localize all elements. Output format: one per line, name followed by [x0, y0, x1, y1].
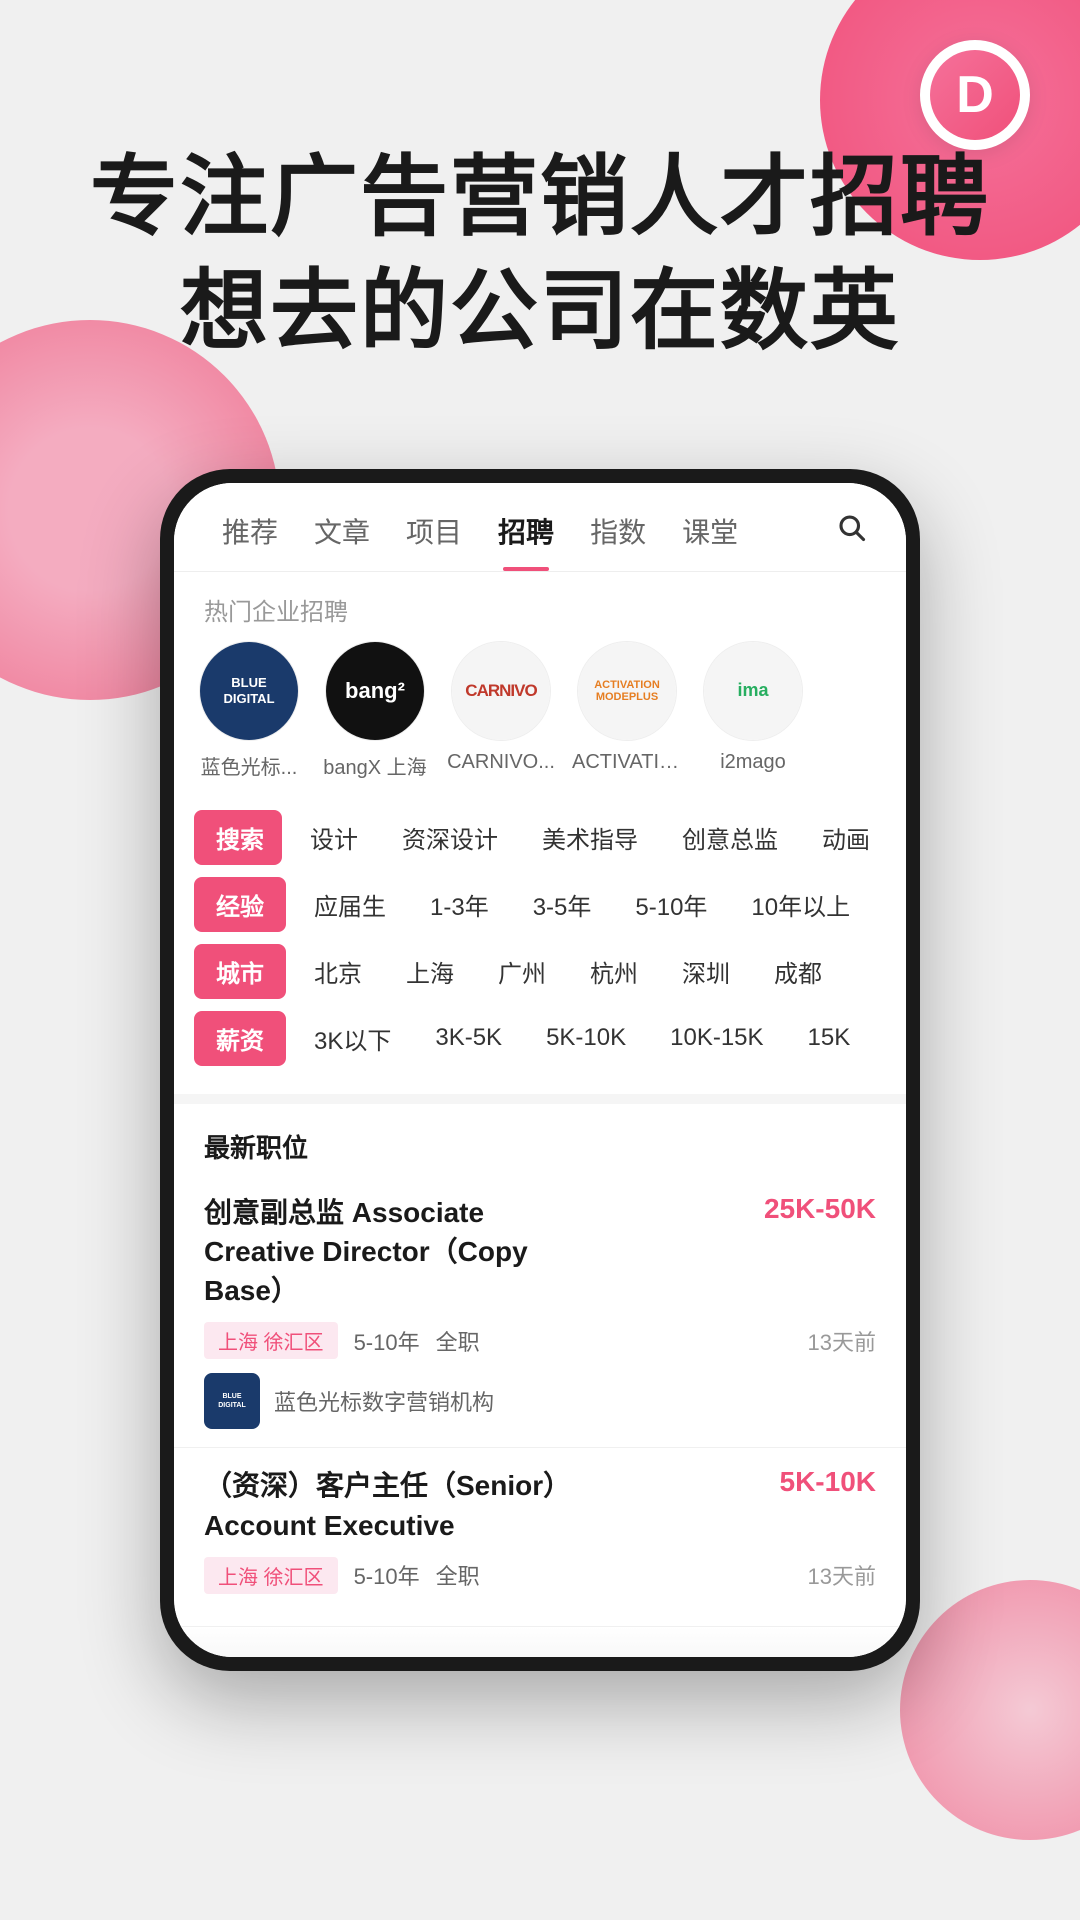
job-title-2: （资深）客户主任（Senior）Account Executive	[204, 1466, 584, 1544]
tab-article[interactable]: 文章	[296, 511, 388, 571]
job-location-tag-2: 上海 徐汇区	[204, 1557, 338, 1594]
company-name-carnivo: CARNIVO...	[447, 751, 555, 774]
logo-letter: D	[956, 65, 994, 125]
job-title-row-1: 创意副总监 Associate Creative Director（Copy B…	[204, 1193, 876, 1311]
filter-label-city[interactable]: 城市	[194, 944, 286, 999]
filter-option-hangzhou[interactable]: 杭州	[574, 944, 654, 999]
company-item-blue-digital[interactable]: BLUE DIGITAL 蓝色光标...	[194, 641, 304, 780]
filter-option-5k-10k[interactable]: 5K-10K	[530, 1014, 642, 1062]
company-name-blue-digital: 蓝色光标...	[201, 751, 298, 780]
filter-option-senior-design[interactable]: 资深设计	[386, 810, 514, 865]
filter-row-city: 城市 北京 上海 广州 杭州 深圳 成都	[194, 944, 886, 999]
job-meta-row-1: 上海 徐汇区 5-10年 全职 13天前	[204, 1322, 876, 1359]
filter-row-exp: 经验 应届生 1-3年 3-5年 5-10年 10年以上	[194, 877, 886, 932]
company-item-activation[interactable]: ACTIVATIONMODEPLUS ACTIVATIO...	[572, 641, 682, 780]
phone-screen: 推荐 文章 项目 招聘 指数 课堂 热门企业招聘	[174, 483, 906, 1657]
job-company-logo-1: BLUEDIGITAL	[204, 1373, 260, 1429]
hot-companies-label: 热门企业招聘	[174, 572, 906, 641]
filter-row-search: 搜索 设计 资深设计 美术指导 创意总监 动画	[194, 810, 886, 865]
filter-option-5-10y[interactable]: 5-10年	[619, 877, 723, 932]
tab-jobs[interactable]: 招聘	[480, 511, 572, 571]
filter-option-animation[interactable]: 动画	[806, 810, 886, 865]
app-logo[interactable]: D	[920, 40, 1030, 150]
tab-project[interactable]: 项目	[388, 511, 480, 571]
filter-option-shenzhen[interactable]: 深圳	[666, 944, 746, 999]
company-item-carnivo[interactable]: CARNIVO CARNIVO...	[446, 641, 556, 780]
job-exp-2: 5-10年	[354, 1559, 420, 1591]
filter-option-3k-5k[interactable]: 3K-5K	[419, 1014, 518, 1062]
section-divider	[174, 1094, 906, 1104]
hero-section: 专注广告营销人才招聘 想去的公司在数英	[0, 0, 1080, 429]
filter-label-search[interactable]: 搜索	[194, 810, 282, 865]
job-company-row-1: BLUEDIGITAL 蓝色光标数字营销机构	[204, 1373, 876, 1429]
filter-option-creative-director[interactable]: 创意总监	[666, 810, 794, 865]
filter-label-salary[interactable]: 薪资	[194, 1011, 286, 1066]
job-salary-1: 25K-50K	[764, 1193, 876, 1225]
hero-title: 专注广告营销人才招聘 想去的公司在数英	[80, 140, 1000, 369]
filter-option-3-5y[interactable]: 3-5年	[517, 877, 608, 932]
job-title-row-2: （资深）客户主任（Senior）Account Executive 5K-10K	[204, 1466, 876, 1544]
job-meta-row-2: 上海 徐汇区 5-10年 全职 13天前	[204, 1557, 876, 1594]
hero-line1: 专注广告营销人才招聘	[80, 140, 1000, 254]
tab-course[interactable]: 课堂	[664, 511, 756, 571]
filter-option-art-director[interactable]: 美术指导	[526, 810, 654, 865]
job-card-2[interactable]: （资深）客户主任（Senior）Account Executive 5K-10K…	[174, 1448, 906, 1626]
companies-row: BLUE DIGITAL 蓝色光标... bang² bangX 上海	[174, 641, 906, 800]
company-logo-activation: ACTIVATIONMODEPLUS	[577, 641, 677, 741]
filter-option-fresh[interactable]: 应届生	[298, 877, 402, 932]
phone-mockup: 推荐 文章 项目 招聘 指数 课堂 热门企业招聘	[0, 469, 1080, 1671]
search-icon[interactable]	[826, 512, 876, 570]
tab-recommend[interactable]: 推荐	[204, 511, 296, 571]
job-location-tag-1: 上海 徐汇区	[204, 1322, 338, 1359]
filter-option-10y[interactable]: 10年以上	[735, 877, 866, 932]
phone-bottom-fade	[174, 1627, 906, 1657]
filter-row-salary: 薪资 3K以下 3K-5K 5K-10K 10K-15K 15K	[194, 1011, 886, 1066]
company-logo-carnivo: CARNIVO	[451, 641, 551, 741]
phone-content: 推荐 文章 项目 招聘 指数 课堂 热门企业招聘	[174, 483, 906, 1657]
filter-option-guangzhou[interactable]: 广州	[482, 944, 562, 999]
company-logo-blue-digital: BLUE DIGITAL	[199, 641, 299, 741]
filter-section: 搜索 设计 资深设计 美术指导 创意总监 动画 经验 应届生 1-3年 3-5年…	[174, 800, 906, 1088]
job-salary-2: 5K-10K	[780, 1466, 876, 1498]
company-name-imago: i2mago	[720, 751, 786, 774]
job-title-1: 创意副总监 Associate Creative Director（Copy B…	[204, 1193, 584, 1311]
filter-label-exp[interactable]: 经验	[194, 877, 286, 932]
tab-index[interactable]: 指数	[572, 511, 664, 571]
filter-option-chengdu[interactable]: 成都	[758, 944, 838, 999]
filter-option-beijing[interactable]: 北京	[298, 944, 378, 999]
job-time-2: 13天前	[808, 1559, 876, 1591]
job-type-2: 全职	[436, 1559, 480, 1591]
job-exp-1: 5-10年	[354, 1325, 420, 1357]
phone-frame: 推荐 文章 项目 招聘 指数 课堂 热门企业招聘	[160, 469, 920, 1671]
filter-option-design[interactable]: 设计	[294, 810, 374, 865]
latest-jobs-label: 最新职位	[174, 1110, 906, 1175]
job-company-name-1: 蓝色光标数字营销机构	[274, 1385, 494, 1417]
job-type-1: 全职	[436, 1325, 480, 1357]
company-item-imago[interactable]: ima i2mago	[698, 641, 808, 780]
nav-tabs: 推荐 文章 项目 招聘 指数 课堂	[174, 483, 906, 572]
company-item-bangx[interactable]: bang² bangX 上海	[320, 641, 430, 780]
company-logo-imago: ima	[703, 641, 803, 741]
filter-option-1-3y[interactable]: 1-3年	[414, 877, 505, 932]
filter-option-15k[interactable]: 15K	[792, 1014, 867, 1062]
filter-option-3k-below[interactable]: 3K以下	[298, 1011, 407, 1066]
job-card-1[interactable]: 创意副总监 Associate Creative Director（Copy B…	[174, 1175, 906, 1449]
company-logo-bangx: bang²	[325, 641, 425, 741]
job-time-1: 13天前	[808, 1325, 876, 1357]
filter-option-shanghai[interactable]: 上海	[390, 944, 470, 999]
company-name-bangx: bangX 上海	[323, 751, 426, 780]
hero-line2: 想去的公司在数英	[80, 254, 1000, 368]
filter-option-10k-15k[interactable]: 10K-15K	[654, 1014, 779, 1062]
company-name-activation: ACTIVATIO...	[572, 751, 682, 774]
